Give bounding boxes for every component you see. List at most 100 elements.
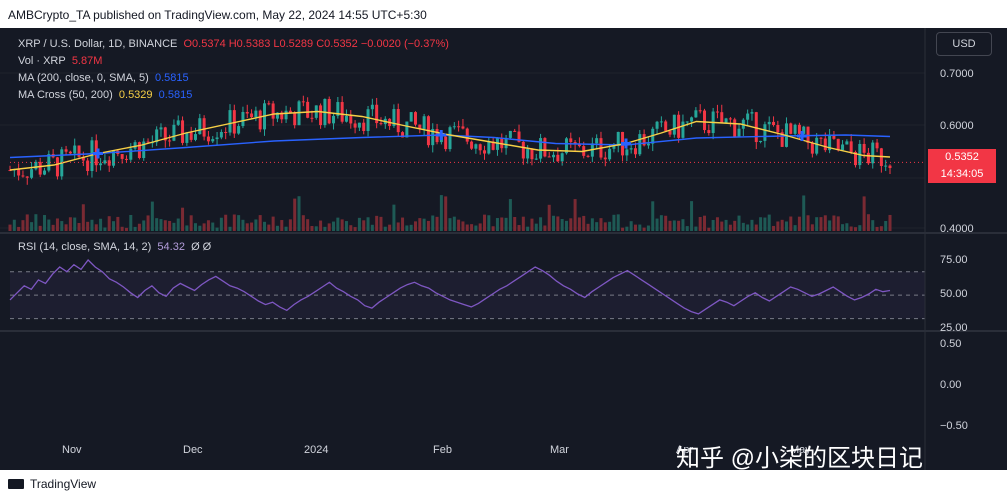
volume-bar (603, 222, 607, 231)
volume-bar (452, 216, 456, 231)
volume-bar (112, 221, 116, 231)
volume-bar (293, 198, 297, 231)
volume-bar (86, 221, 90, 231)
volume-bar (280, 220, 284, 231)
volume-bar (776, 221, 780, 231)
volume-bar (245, 223, 249, 231)
header-text: AMBCrypto_TA published on TradingView.co… (8, 8, 427, 22)
candle-body (720, 112, 724, 123)
volume-label: Vol · XRP (18, 55, 66, 67)
candle-body (539, 138, 543, 159)
candle-body (694, 110, 698, 118)
candle-body (759, 140, 763, 143)
volume-bar (797, 216, 801, 231)
candle-body (99, 163, 103, 166)
volume-bar (832, 215, 836, 231)
candle-body (625, 149, 629, 156)
candle-body (206, 136, 210, 142)
volume-bar (30, 222, 34, 231)
volume-bar (107, 216, 111, 231)
volume-bar (219, 217, 223, 231)
volume-bar (728, 224, 732, 231)
volume-bar (68, 217, 72, 231)
volume-bar (323, 226, 327, 231)
volume-bar (888, 214, 892, 231)
legend-volume-row: Vol · XRP 5.87M (18, 55, 102, 67)
candle-body (470, 141, 474, 149)
cross-marker (93, 148, 103, 159)
volume-bar (388, 224, 392, 231)
candle-body (34, 161, 38, 170)
candle-body (64, 149, 68, 152)
volume-bar (884, 221, 888, 231)
volume-bar (685, 226, 689, 231)
candle-body (862, 143, 866, 153)
candle-body (133, 142, 137, 149)
header-bar: AMBCrypto_TA published on TradingView.co… (0, 0, 1007, 28)
candle-body (772, 121, 776, 126)
volume-bar (206, 220, 210, 231)
volume-bar (94, 224, 98, 231)
volume-bar (711, 219, 715, 231)
volume-bar (172, 222, 176, 231)
volume-bar (871, 220, 875, 231)
volume-bar (396, 222, 400, 231)
volume-bar (530, 218, 534, 231)
candle-body (237, 126, 241, 134)
volume-bar (340, 219, 344, 231)
x-tick-label: Feb (433, 444, 452, 456)
volume-bar (677, 220, 681, 231)
volume-bar (707, 227, 711, 231)
candle-body (189, 132, 193, 140)
volume-bar (336, 217, 340, 231)
footer-bar: TradingView (0, 470, 1007, 500)
volume-bar (176, 218, 180, 231)
chart-area[interactable]: XRP / U.S. Dollar, 1D, BINANCE O0.5374 H… (0, 28, 1007, 472)
tradingview-logo[interactable]: TradingView (8, 477, 96, 491)
candle-body (271, 103, 275, 119)
tradingview-logo-icon (8, 479, 24, 489)
candle-body (267, 103, 271, 105)
candle-body (646, 143, 650, 146)
candle-body (349, 115, 353, 124)
volume-bar (608, 221, 612, 231)
candle-body (750, 112, 754, 114)
volume-bar (103, 227, 107, 231)
volume-bar (866, 214, 870, 231)
volume-bar (746, 224, 750, 231)
legend-symbol-row: XRP / U.S. Dollar, 1D, BINANCE O0.5374 H… (18, 38, 449, 50)
candle-body (241, 112, 245, 127)
volume-bar (681, 219, 685, 231)
volume-bar (823, 215, 827, 231)
legend-rsi-row: RSI (14, close, SMA, 14, 2) 54.32 Ø Ø (18, 241, 211, 253)
candle-body (845, 141, 849, 145)
rsi-pane (9, 259, 925, 320)
volume-bar (465, 224, 469, 231)
candle-body (457, 126, 461, 128)
volume-bar (120, 226, 124, 231)
volume-bar (612, 214, 616, 231)
volume-bar (413, 221, 417, 231)
candle-body (724, 118, 728, 123)
volume-bar (655, 218, 659, 231)
volume-bar (250, 222, 254, 231)
volume-bar (64, 224, 68, 231)
macross-value-1: 0.5329 (118, 89, 153, 101)
volume-bar (319, 220, 323, 231)
volume-bar (168, 220, 172, 231)
candle-body (474, 144, 478, 149)
candle-body (534, 158, 538, 160)
currency-button[interactable]: USD (936, 32, 992, 56)
candle-body (284, 110, 288, 120)
candle-body (245, 112, 249, 114)
candle-body (370, 104, 374, 110)
candle-body (120, 153, 124, 159)
candle-body (487, 141, 491, 154)
volume-bar (198, 225, 202, 231)
volume-bar (124, 227, 128, 231)
volume-bar (38, 225, 42, 231)
volume-bar (539, 217, 543, 231)
candle-body (685, 121, 689, 123)
volume-bar (793, 225, 797, 231)
candle-body (560, 153, 564, 162)
